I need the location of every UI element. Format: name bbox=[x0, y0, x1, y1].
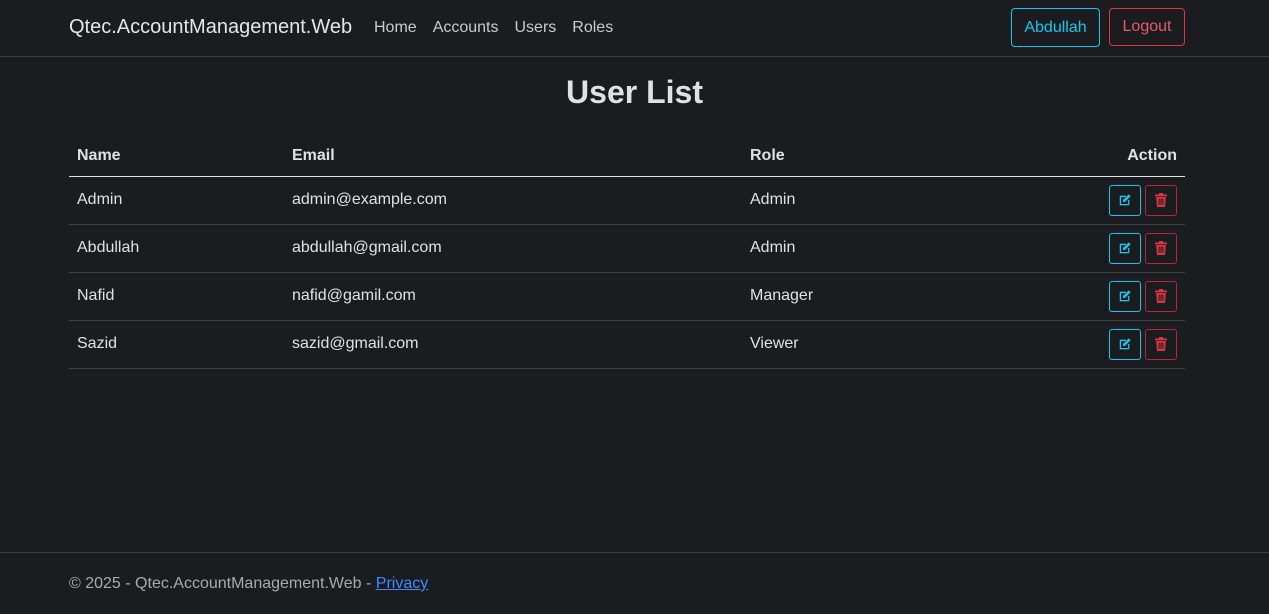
table-header-row: Name Email Role Action bbox=[69, 136, 1185, 177]
column-header-role: Role bbox=[742, 136, 1042, 177]
footer: © 2025 - Qtec.AccountManagement.Web - Pr… bbox=[0, 552, 1269, 614]
privacy-link[interactable]: Privacy bbox=[376, 575, 428, 592]
edit-icon bbox=[1119, 242, 1131, 254]
nav-link-roles[interactable]: Roles bbox=[572, 19, 613, 37]
user-profile-button[interactable]: Abdullah bbox=[1011, 8, 1100, 47]
cell-name: Nafid bbox=[69, 272, 284, 321]
edit-icon bbox=[1119, 290, 1131, 302]
cell-role: Admin bbox=[742, 176, 1042, 225]
table-row: Abdullah abdullah@gmail.com Admin bbox=[69, 224, 1185, 273]
edit-icon bbox=[1119, 194, 1131, 206]
nav-link-users[interactable]: Users bbox=[515, 19, 557, 37]
delete-button[interactable] bbox=[1145, 232, 1177, 264]
nav-link-home[interactable]: Home bbox=[374, 19, 417, 37]
column-header-email: Email bbox=[284, 136, 742, 177]
user-table: Name Email Role Action Admin admin@examp… bbox=[69, 136, 1185, 369]
cell-role: Admin bbox=[742, 224, 1042, 273]
delete-button[interactable] bbox=[1145, 328, 1177, 360]
cell-email: admin@example.com bbox=[284, 176, 742, 225]
table-row: Nafid nafid@gamil.com Manager bbox=[69, 272, 1185, 321]
edit-button[interactable] bbox=[1109, 232, 1141, 264]
edit-button[interactable] bbox=[1109, 184, 1141, 216]
cell-actions bbox=[1042, 224, 1185, 273]
trash-icon bbox=[1155, 241, 1167, 255]
table-row: Sazid sazid@gmail.com Viewer bbox=[69, 320, 1185, 369]
page-title: User List bbox=[566, 74, 703, 110]
delete-button[interactable] bbox=[1145, 184, 1177, 216]
footer-copyright: © 2025 - Qtec.AccountManagement.Web - bbox=[69, 575, 376, 592]
cell-actions bbox=[1042, 176, 1185, 225]
trash-icon bbox=[1155, 289, 1167, 303]
delete-button[interactable] bbox=[1145, 280, 1177, 312]
cell-actions bbox=[1042, 320, 1185, 369]
navbar: Qtec.AccountManagement.Web Home Accounts… bbox=[0, 0, 1269, 57]
column-header-action: Action bbox=[1042, 136, 1185, 177]
column-header-name: Name bbox=[69, 136, 284, 177]
nav-link-accounts[interactable]: Accounts bbox=[433, 19, 499, 37]
cell-email: nafid@gamil.com bbox=[284, 272, 742, 321]
edit-button[interactable] bbox=[1109, 328, 1141, 360]
cell-name: Sazid bbox=[69, 320, 284, 369]
edit-icon bbox=[1119, 338, 1131, 350]
edit-button[interactable] bbox=[1109, 280, 1141, 312]
table-row: Admin admin@example.com Admin bbox=[69, 176, 1185, 225]
trash-icon bbox=[1155, 193, 1167, 207]
cell-name: Admin bbox=[69, 176, 284, 225]
nav-links: Home Accounts Users Roles bbox=[374, 19, 629, 37]
cell-name: Abdullah bbox=[69, 224, 284, 273]
cell-role: Viewer bbox=[742, 320, 1042, 369]
footer-text: © 2025 - Qtec.AccountManagement.Web - Pr… bbox=[69, 575, 428, 593]
cell-actions bbox=[1042, 272, 1185, 321]
trash-icon bbox=[1155, 337, 1167, 351]
cell-email: sazid@gmail.com bbox=[284, 320, 742, 369]
logout-button[interactable]: Logout bbox=[1109, 8, 1185, 46]
navbar-brand[interactable]: Qtec.AccountManagement.Web bbox=[69, 16, 352, 39]
cell-email: abdullah@gmail.com bbox=[284, 224, 742, 273]
cell-role: Manager bbox=[742, 272, 1042, 321]
